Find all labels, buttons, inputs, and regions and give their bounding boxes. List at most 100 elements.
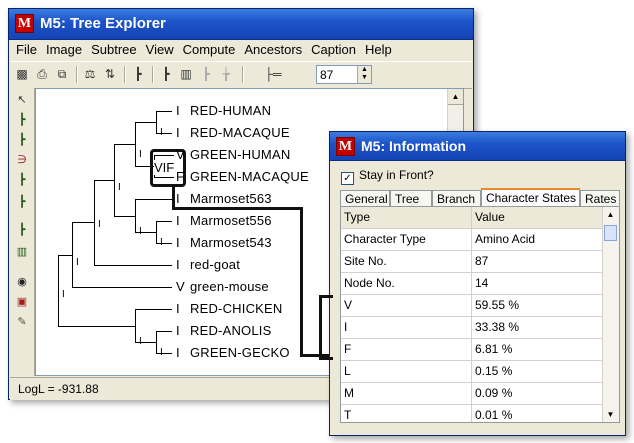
settings-icon[interactable]: ├═ (260, 66, 286, 82)
bracket-line (319, 295, 322, 359)
tab-branch[interactable]: Branch (432, 190, 481, 206)
branch-info-icon[interactable]: ▥ (14, 244, 30, 260)
edit-icon[interactable]: ✎ (14, 314, 30, 330)
tree-leaf[interactable]: I GREEN-GECKO (176, 345, 290, 360)
node-state-label: I (98, 219, 101, 230)
window-title: M5: Information (361, 138, 466, 154)
tree-branch (72, 222, 94, 223)
scroll-thumb[interactable] (604, 225, 617, 241)
tree-leaf[interactable]: I Marmoset556 (176, 213, 272, 228)
column-header-type[interactable]: Type (341, 207, 472, 228)
row-value: 14 (472, 273, 604, 294)
tree-branch (94, 180, 95, 266)
row-value: 87 (472, 251, 604, 272)
tree-branch (72, 287, 172, 288)
save-icon[interactable]: ▩ (14, 66, 30, 82)
tree-leaf[interactable]: I RED-CHICKEN (176, 301, 282, 316)
tree-leaf[interactable]: Vgreen-mouse (176, 279, 269, 294)
table-row[interactable]: M 0.09 % (341, 383, 604, 405)
tab-rates[interactable]: Rates (580, 190, 620, 206)
find-icon[interactable]: ◉ (14, 274, 30, 290)
subtree-icon[interactable]: ┣ (14, 194, 30, 210)
table-row[interactable]: L 0.15 % (341, 361, 604, 383)
swap-icon[interactable]: ┣ (14, 172, 30, 188)
root-icon[interactable]: ⚖ (82, 66, 98, 82)
print-icon[interactable]: ⎙ (34, 66, 50, 82)
tree-leaf[interactable]: I RED-ANOLIS (176, 323, 271, 338)
grid-vertical-scrollbar[interactable]: ▲ ▼ (602, 207, 619, 422)
menu-image[interactable]: Image (40, 40, 85, 57)
node-state-label: I (160, 237, 163, 248)
zoom-icon[interactable]: ▣ (14, 294, 30, 310)
table-row[interactable]: T 0.01 % (341, 405, 604, 422)
compress-icon[interactable]: ∋ (14, 152, 30, 168)
node-state-label: I (62, 289, 65, 300)
tree-leaf[interactable]: V GREEN-HUMAN (176, 147, 290, 162)
flip-subtree-icon[interactable]: ┣ (14, 132, 30, 148)
table-row[interactable]: Character Type Amino Acid (341, 229, 604, 251)
table-row[interactable]: F 6.81 % (341, 339, 604, 361)
copy-icon[interactable]: ⧉ (54, 66, 70, 82)
site-number-value[interactable]: 87 (320, 68, 333, 82)
menu-caption[interactable]: Caption (305, 40, 359, 57)
leaf-state: I (176, 125, 180, 140)
pointer-icon[interactable]: ↖ (14, 92, 30, 108)
table-row[interactable]: V 59.55 % (341, 295, 604, 317)
tree-branch (58, 326, 135, 327)
check-icon[interactable]: ✓ (341, 172, 354, 185)
menu-help[interactable]: Help (359, 40, 395, 57)
row-type: Site No. (341, 251, 472, 272)
tree-leaf[interactable]: Ired-goat (176, 257, 240, 272)
menu-ancestors[interactable]: Ancestors (238, 40, 305, 57)
tree-branch (135, 122, 136, 167)
row-type: T (341, 405, 472, 422)
menu-compute[interactable]: Compute (177, 40, 239, 57)
tree-leaf[interactable]: I RED-HUMAN (176, 103, 271, 118)
grid-header: Type Value (341, 207, 604, 229)
column-header-value[interactable]: Value (472, 207, 604, 228)
information-titlebar[interactable]: M M5: Information (330, 132, 625, 161)
menu-subtree[interactable]: Subtree (85, 40, 140, 57)
stay-in-front-checkbox[interactable]: ✓ Stay in Front? (341, 168, 434, 185)
tab-character-states[interactable]: Character States (481, 188, 580, 207)
row-value: 0.15 % (472, 361, 604, 382)
taxon-icon[interactable]: ┣ (158, 66, 174, 82)
menu-view[interactable]: View (140, 40, 177, 57)
spinner-arrows-icon[interactable]: ▲ ▼ (357, 66, 371, 83)
row-type: M (341, 383, 472, 404)
tree-leaf[interactable]: I Marmoset543 (176, 235, 272, 250)
row-value: 0.09 % (472, 383, 604, 404)
tree-branch (156, 353, 172, 354)
menu-file[interactable]: File (10, 40, 40, 57)
row-type: V (341, 295, 472, 316)
leaf-name: green-mouse (190, 279, 269, 294)
search-icon[interactable]: ╆ (218, 66, 234, 82)
scroll-down-icon[interactable]: ▼ (603, 407, 618, 422)
caption-icon[interactable]: ┣ (198, 66, 214, 82)
flip-icon[interactable]: ⇅ (102, 66, 118, 82)
taxon-name-icon[interactable]: ┣ (14, 222, 30, 238)
tree-leaf[interactable]: I RED-MACAQUE (176, 125, 290, 140)
tree-leaf[interactable]: I Marmoset563 (176, 191, 272, 206)
tab-tree[interactable]: Tree (390, 190, 432, 206)
stay-in-front-label: Stay in Front? (359, 168, 434, 182)
table-row[interactable]: I 33.38 % (341, 317, 604, 339)
leaf-name: RED-CHICKEN (190, 301, 283, 316)
scroll-up-icon[interactable]: ▲ (448, 89, 463, 105)
tab-general[interactable]: General (340, 190, 390, 206)
toolbar-separator (152, 66, 154, 83)
tree-explorer-titlebar[interactable]: M M5: Tree Explorer (9, 9, 473, 40)
table-row[interactable]: Site No. 87 (341, 251, 604, 273)
tree-branch (135, 122, 156, 123)
tree-style-icon[interactable]: ┣ (130, 66, 146, 82)
table-row[interactable]: Node No. 14 (341, 273, 604, 295)
tree-branch (135, 199, 136, 233)
tree-branch (114, 144, 135, 145)
branch-icon[interactable]: ▥ (178, 66, 194, 82)
information-window: M M5: Information ✓ Stay in Front? Genera… (319, 131, 626, 436)
tree-branch (58, 255, 59, 327)
root-branch-icon[interactable]: ┣ (14, 112, 30, 128)
scroll-up-icon[interactable]: ▲ (603, 207, 618, 222)
site-number-spinner[interactable]: 87 ▲ ▼ (316, 65, 372, 84)
tree-leaf[interactable]: F GREEN-MACAQUE (176, 169, 309, 184)
